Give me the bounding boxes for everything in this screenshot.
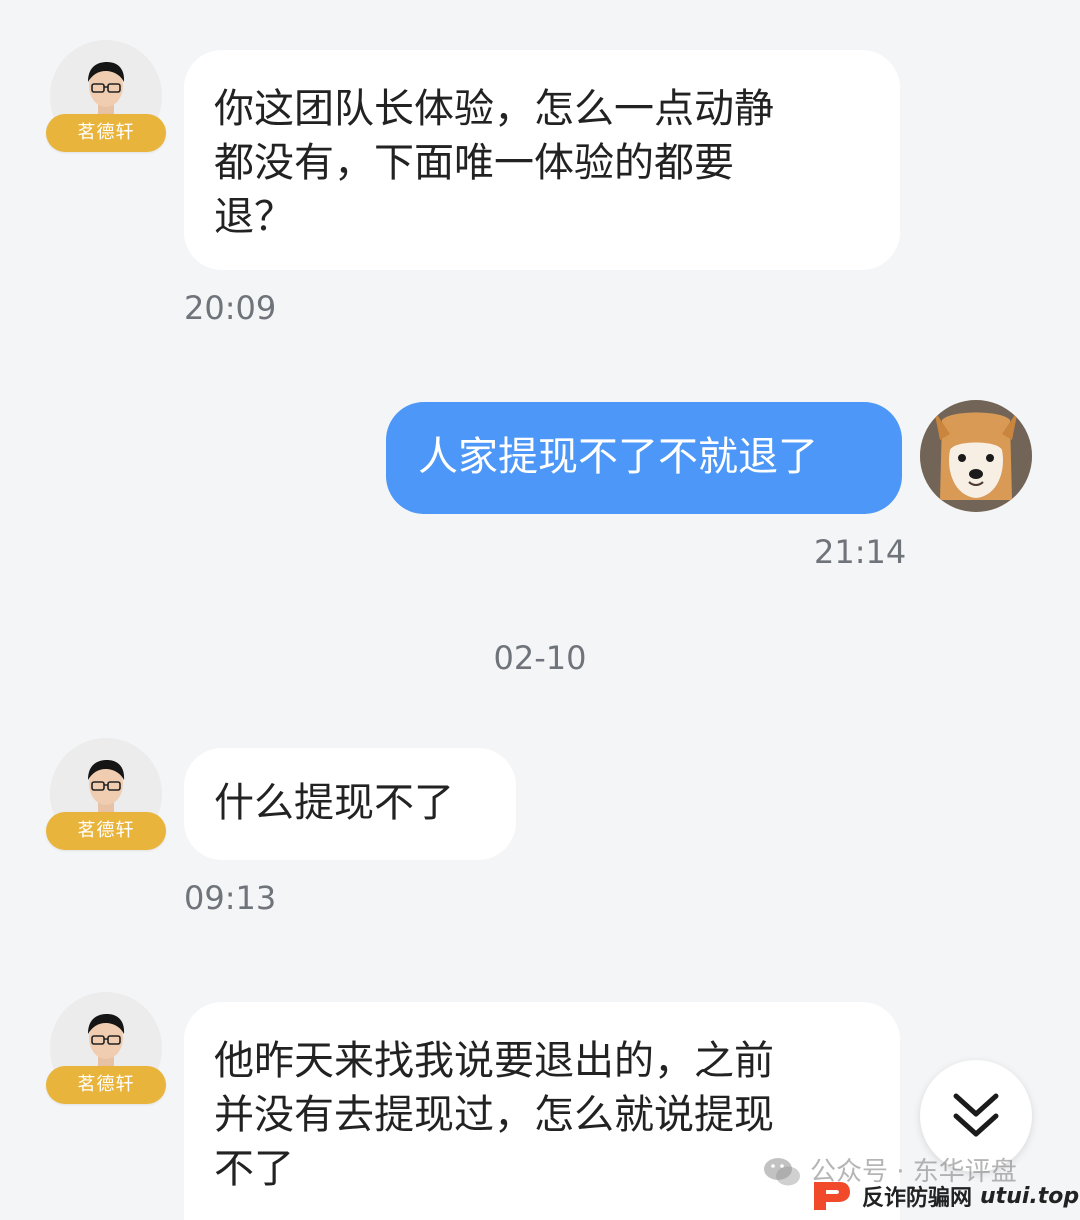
message-timestamp: 21:14 [814,533,907,571]
watermark-brand-text: 反诈防骗网 [862,1186,973,1211]
double-chevron-down-icon [953,1093,999,1137]
date-separator: 02-10 [493,639,587,677]
sender-name-badge: 茗德轩 [46,812,166,850]
self-avatar[interactable] [920,400,1032,512]
outgoing-message-bubble[interactable]: 人家提现不了不就退了 [386,402,902,514]
message-timestamp: 09:13 [184,879,277,917]
incoming-message-bubble[interactable]: 什么提现不了 [184,748,516,860]
incoming-message-bubble[interactable]: 你这团队长体验，怎么一点动静 都没有，下面唯一体验的都要 退？ [184,50,900,270]
message-timestamp: 20:09 [184,289,277,327]
watermark-brand: 反诈防骗网 utui.top [810,1176,1079,1216]
sender-name-badge: 茗德轩 [46,1066,166,1104]
dog-avatar-icon [920,400,1032,512]
sender-name-badge: 茗德轩 [46,114,166,152]
wechat-icon [764,1158,800,1186]
watermark-brand-site: utui.top [980,1183,1080,1209]
chat-view: 茗德轩 你这团队长体验，怎么一点动静 都没有，下面唯一体验的都要 退？ 20:0… [0,0,1080,1220]
brand-logo-icon [814,1182,850,1210]
